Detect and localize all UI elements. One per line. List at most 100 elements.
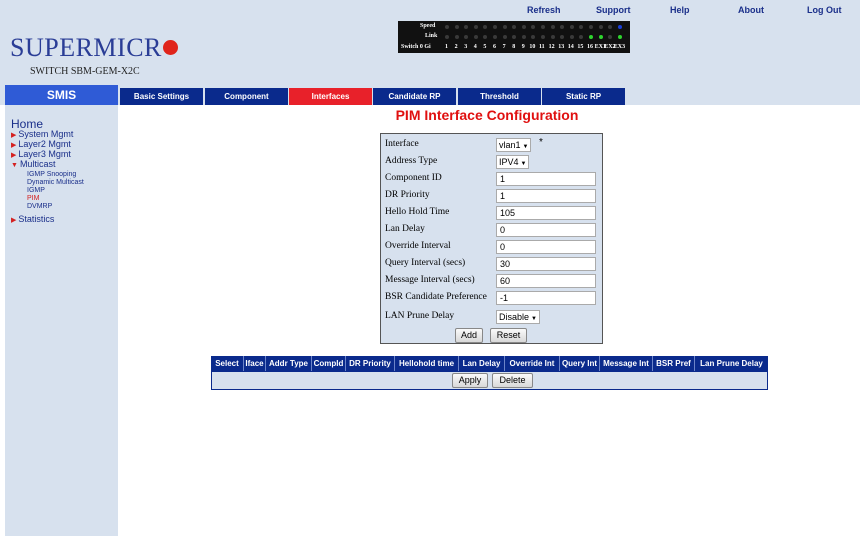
speed-led-icon xyxy=(608,25,613,29)
message-interval-input[interactable] xyxy=(496,274,596,288)
speed-led-icon xyxy=(531,25,536,29)
link-led-icon xyxy=(617,35,622,39)
port-number: 3 xyxy=(464,44,468,50)
address-type-select[interactable]: IPV4 ▼ xyxy=(496,155,530,169)
port-number: 15 xyxy=(577,44,584,50)
link-led-icon xyxy=(598,35,603,39)
lan-prune-delay-select[interactable]: Disable ▼ xyxy=(496,310,540,324)
sidebar-sub-igmp[interactable]: IGMP xyxy=(27,187,45,194)
column-header-select: Select xyxy=(211,356,244,371)
tab-threshold[interactable]: Threshold xyxy=(458,88,541,105)
tab-interfaces[interactable]: Interfaces xyxy=(289,88,372,105)
link-led-icon xyxy=(473,35,478,39)
override-interval-label: Override Interval xyxy=(385,241,451,251)
add-button[interactable]: Add xyxy=(455,328,483,343)
lan-delay-label: Lan Delay xyxy=(385,224,425,234)
sidebar-sub-dynamic-multicast[interactable]: Dynamic Multicast xyxy=(27,179,84,186)
speed-led-icon xyxy=(493,25,497,29)
port-number: 9 xyxy=(521,44,525,50)
query-interval-row: Query Interval (secs) xyxy=(381,256,604,273)
column-header-query-int: Query Int xyxy=(560,356,600,371)
column-header-override-int: Override Int xyxy=(505,356,560,371)
speed-led-icon xyxy=(579,25,584,29)
about-link[interactable]: About xyxy=(738,5,764,15)
speed-led-icon xyxy=(560,25,565,29)
bsr-pref-label: BSR Candidate Preference xyxy=(385,292,487,302)
speed-led-icon xyxy=(512,25,517,29)
address-type-value: IPV4 xyxy=(499,157,519,167)
apply-button[interactable]: Apply xyxy=(452,373,488,388)
header-bar: Refresh Support Help About Log Out SUPER… xyxy=(0,0,860,85)
pim-interface-table: Select Iface Addr Type CompId DR Priorit… xyxy=(211,356,768,390)
dr-priority-row: DR Priority xyxy=(381,188,604,205)
refresh-link[interactable]: Refresh xyxy=(527,5,561,15)
caret-right-icon: ▶ xyxy=(11,152,17,159)
sidebar: Home ▶ System Mgmt ▶ Layer2 Mgmt ▶ Layer3 M… xyxy=(5,105,118,536)
link-led-icon xyxy=(464,35,469,39)
link-led-icon xyxy=(521,35,526,39)
bsr-pref-input[interactable] xyxy=(496,291,596,305)
link-label: Link xyxy=(425,33,438,39)
hello-hold-time-input[interactable] xyxy=(496,206,596,220)
smis-tab[interactable]: SMIS xyxy=(5,85,118,105)
tab-component[interactable]: Component xyxy=(205,88,288,105)
logout-link[interactable]: Log Out xyxy=(807,5,842,15)
component-id-input[interactable] xyxy=(496,172,596,186)
sidebar-sub-dvmrp[interactable]: DVMRP xyxy=(27,203,52,210)
port-number: 10 xyxy=(529,44,536,50)
lan-prune-delay-label: LAN Prune Delay xyxy=(385,311,455,321)
interface-select[interactable]: vlan1 ▼ xyxy=(496,138,532,152)
link-led-icon xyxy=(579,35,584,39)
lan-prune-delay-value: Disable xyxy=(499,312,530,322)
link-led-icon xyxy=(550,35,555,39)
column-header-addr-type: Addr Type xyxy=(266,356,312,371)
port-number: EX3 xyxy=(613,44,626,50)
caret-right-icon: ▶ xyxy=(11,217,17,224)
sidebar-item-label: Layer2 Mgmt xyxy=(18,139,71,149)
required-marker: * xyxy=(539,137,543,148)
sidebar-item-system-mgmt[interactable]: ▶ System Mgmt xyxy=(11,129,73,139)
sidebar-sub-pim[interactable]: PIM xyxy=(27,195,39,202)
speed-led-icon xyxy=(550,25,555,29)
column-header-bsr-pref: BSR Pref xyxy=(653,356,695,371)
port-number: 2 xyxy=(454,44,458,50)
query-interval-label: Query Interval (secs) xyxy=(385,258,466,268)
lan-delay-input[interactable] xyxy=(496,223,596,237)
port-number: 14 xyxy=(567,44,574,50)
sidebar-item-statistics[interactable]: ▶ Statistics xyxy=(11,214,54,224)
speed-led-icon xyxy=(541,25,545,29)
link-led-icon xyxy=(589,35,593,39)
bsr-pref-row: BSR Candidate Preference xyxy=(381,290,604,307)
override-interval-input[interactable] xyxy=(496,240,596,254)
page-title: PIM Interface Configuration xyxy=(395,107,579,123)
delete-button[interactable]: Delete xyxy=(492,373,533,388)
message-interval-label: Message Interval (secs) xyxy=(385,275,475,285)
port-number: 16 xyxy=(587,44,593,50)
port-number: 11 xyxy=(539,44,545,50)
speed-led-icon xyxy=(521,25,526,29)
sidebar-item-label: System Mgmt xyxy=(18,129,74,139)
tab-basic-settings[interactable]: Basic Settings xyxy=(120,88,203,105)
sidebar-item-layer2-mgmt[interactable]: ▶ Layer2 Mgmt xyxy=(11,139,71,149)
dr-priority-input[interactable] xyxy=(496,189,596,203)
reset-button[interactable]: Reset xyxy=(490,328,527,343)
tab-candidate-rp[interactable]: Candidate RP xyxy=(373,88,456,105)
help-link[interactable]: Help xyxy=(670,5,690,15)
chevron-down-icon: ▼ xyxy=(520,161,527,167)
tab-static-rp[interactable]: Static RP xyxy=(542,88,625,105)
support-link[interactable]: Support xyxy=(596,5,631,15)
sidebar-item-label: Multicast xyxy=(19,159,56,169)
port-number: 6 xyxy=(493,44,496,50)
sidebar-sub-igmp-snooping[interactable]: IGMP Snooping xyxy=(27,171,76,178)
speed-led-icon xyxy=(454,25,459,29)
sidebar-item-multicast[interactable]: ▼ Multicast xyxy=(11,159,55,169)
hello-hold-time-label: Hello Hold Time xyxy=(385,207,450,217)
link-led-icon xyxy=(512,35,517,39)
query-interval-input[interactable] xyxy=(496,257,596,271)
sidebar-item-layer3-mgmt[interactable]: ▶ Layer3 Mgmt xyxy=(11,149,71,159)
column-header-iface: Iface xyxy=(244,356,266,371)
table-actions: Apply Delete xyxy=(212,372,767,389)
chevron-down-icon: ▼ xyxy=(531,316,537,322)
pim-interface-form: Interface vlan1 ▼ * Address Type IPV4 ▼ Co… xyxy=(380,133,603,344)
link-led-icon xyxy=(569,35,574,39)
